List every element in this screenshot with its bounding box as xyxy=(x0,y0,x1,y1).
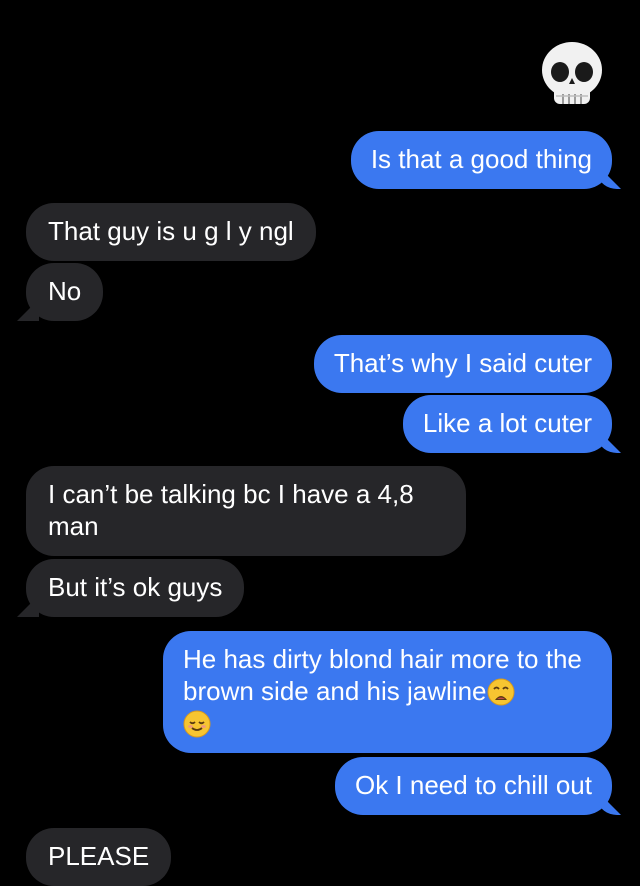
outgoing-message-bubble[interactable]: That’s why I said cuter xyxy=(313,335,612,393)
message-text: Ok I need to chill out xyxy=(354,770,592,800)
incoming-message-bubble[interactable]: But it’s ok guys xyxy=(26,559,245,617)
outgoing-message-bubble[interactable]: Ok I need to chill out xyxy=(334,757,612,815)
incoming-message-bubble[interactable]: I can’t be talking bc I have a 4,8 man xyxy=(26,466,466,556)
message-thread: Is that a good thing That guy is u g l y… xyxy=(0,0,640,886)
outgoing-message-bubble[interactable]: He has dirty blond hair more to the brow… xyxy=(163,631,612,753)
message-text: No xyxy=(48,276,82,306)
relieved-face-icon xyxy=(183,710,211,738)
message-text: But it’s ok guys xyxy=(48,572,223,602)
message-text: That guy is u g l y ngl xyxy=(48,216,294,246)
weary-face-icon xyxy=(487,678,515,706)
incoming-message-bubble[interactable]: PLEASE xyxy=(26,828,172,886)
outgoing-message-bubble[interactable]: Is that a good thing xyxy=(350,131,612,189)
outgoing-message-bubble[interactable]: Like a lot cuter xyxy=(402,395,612,453)
incoming-message-bubble[interactable]: No xyxy=(26,263,104,321)
message-text: Like a lot cuter xyxy=(422,408,592,438)
message-text: I can’t be talking bc I have a 4,8 man xyxy=(48,479,414,541)
message-text: Is that a good thing xyxy=(370,144,592,174)
message-text: That’s why I said cuter xyxy=(333,348,592,378)
message-text: PLEASE xyxy=(48,841,150,871)
skull-icon[interactable] xyxy=(536,38,608,110)
incoming-message-bubble[interactable]: That guy is u g l y ngl xyxy=(26,203,316,261)
message-text: He has dirty blond hair more to the brow… xyxy=(183,644,582,706)
